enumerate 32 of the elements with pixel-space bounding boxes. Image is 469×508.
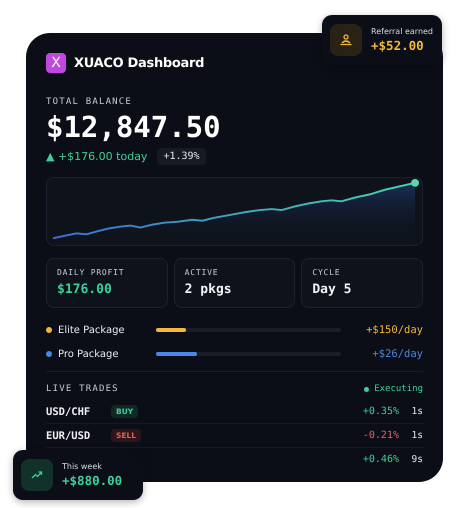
package-name: Elite Package xyxy=(58,324,126,336)
referral-amount: +$52.00 xyxy=(371,38,425,53)
trend-up-icon xyxy=(21,459,53,491)
trades-title: LIVE TRADES xyxy=(46,384,119,394)
trade-age: 9s xyxy=(410,454,423,465)
week-label: This week xyxy=(62,462,103,471)
stat-value: 2 pkgs xyxy=(184,282,233,297)
daily-change: ▲ +$176.00 today xyxy=(46,150,148,163)
trade-change: +0.35% xyxy=(362,406,399,417)
balance-label: TOTAL BALANCE xyxy=(46,97,132,107)
package-rate: +$26/day xyxy=(371,348,423,360)
stat-label: ACTIVE xyxy=(184,268,220,277)
stat-value: Day 5 xyxy=(312,282,352,297)
stat-value: $176.00 xyxy=(57,282,113,297)
currency-pair: EUR/USD xyxy=(46,430,92,442)
trade-change: +0.46% xyxy=(362,454,399,465)
trade-change: -0.21% xyxy=(362,430,399,441)
week-amount: +$880.00 xyxy=(62,473,122,488)
stat-label: CYCLE xyxy=(312,268,342,277)
package-rate: +$150/day xyxy=(365,324,423,336)
package-name: Pro Package xyxy=(58,348,120,360)
trade-age: 1s xyxy=(410,406,423,417)
currency-pair: USD/CHF xyxy=(46,406,92,418)
percent-badge: +1.39% xyxy=(157,148,206,165)
logo: X xyxy=(46,53,66,73)
trade-age: 1s xyxy=(410,430,423,441)
status-indicator: Executing xyxy=(364,384,423,394)
stat-label: DAILY PROFIT xyxy=(57,268,126,277)
dashboard-title: XUACO Dashboard xyxy=(74,56,204,70)
person-icon xyxy=(330,24,362,56)
referral-label: Referral earned xyxy=(371,27,434,36)
balance-amount: $12,847.50 xyxy=(46,110,221,144)
